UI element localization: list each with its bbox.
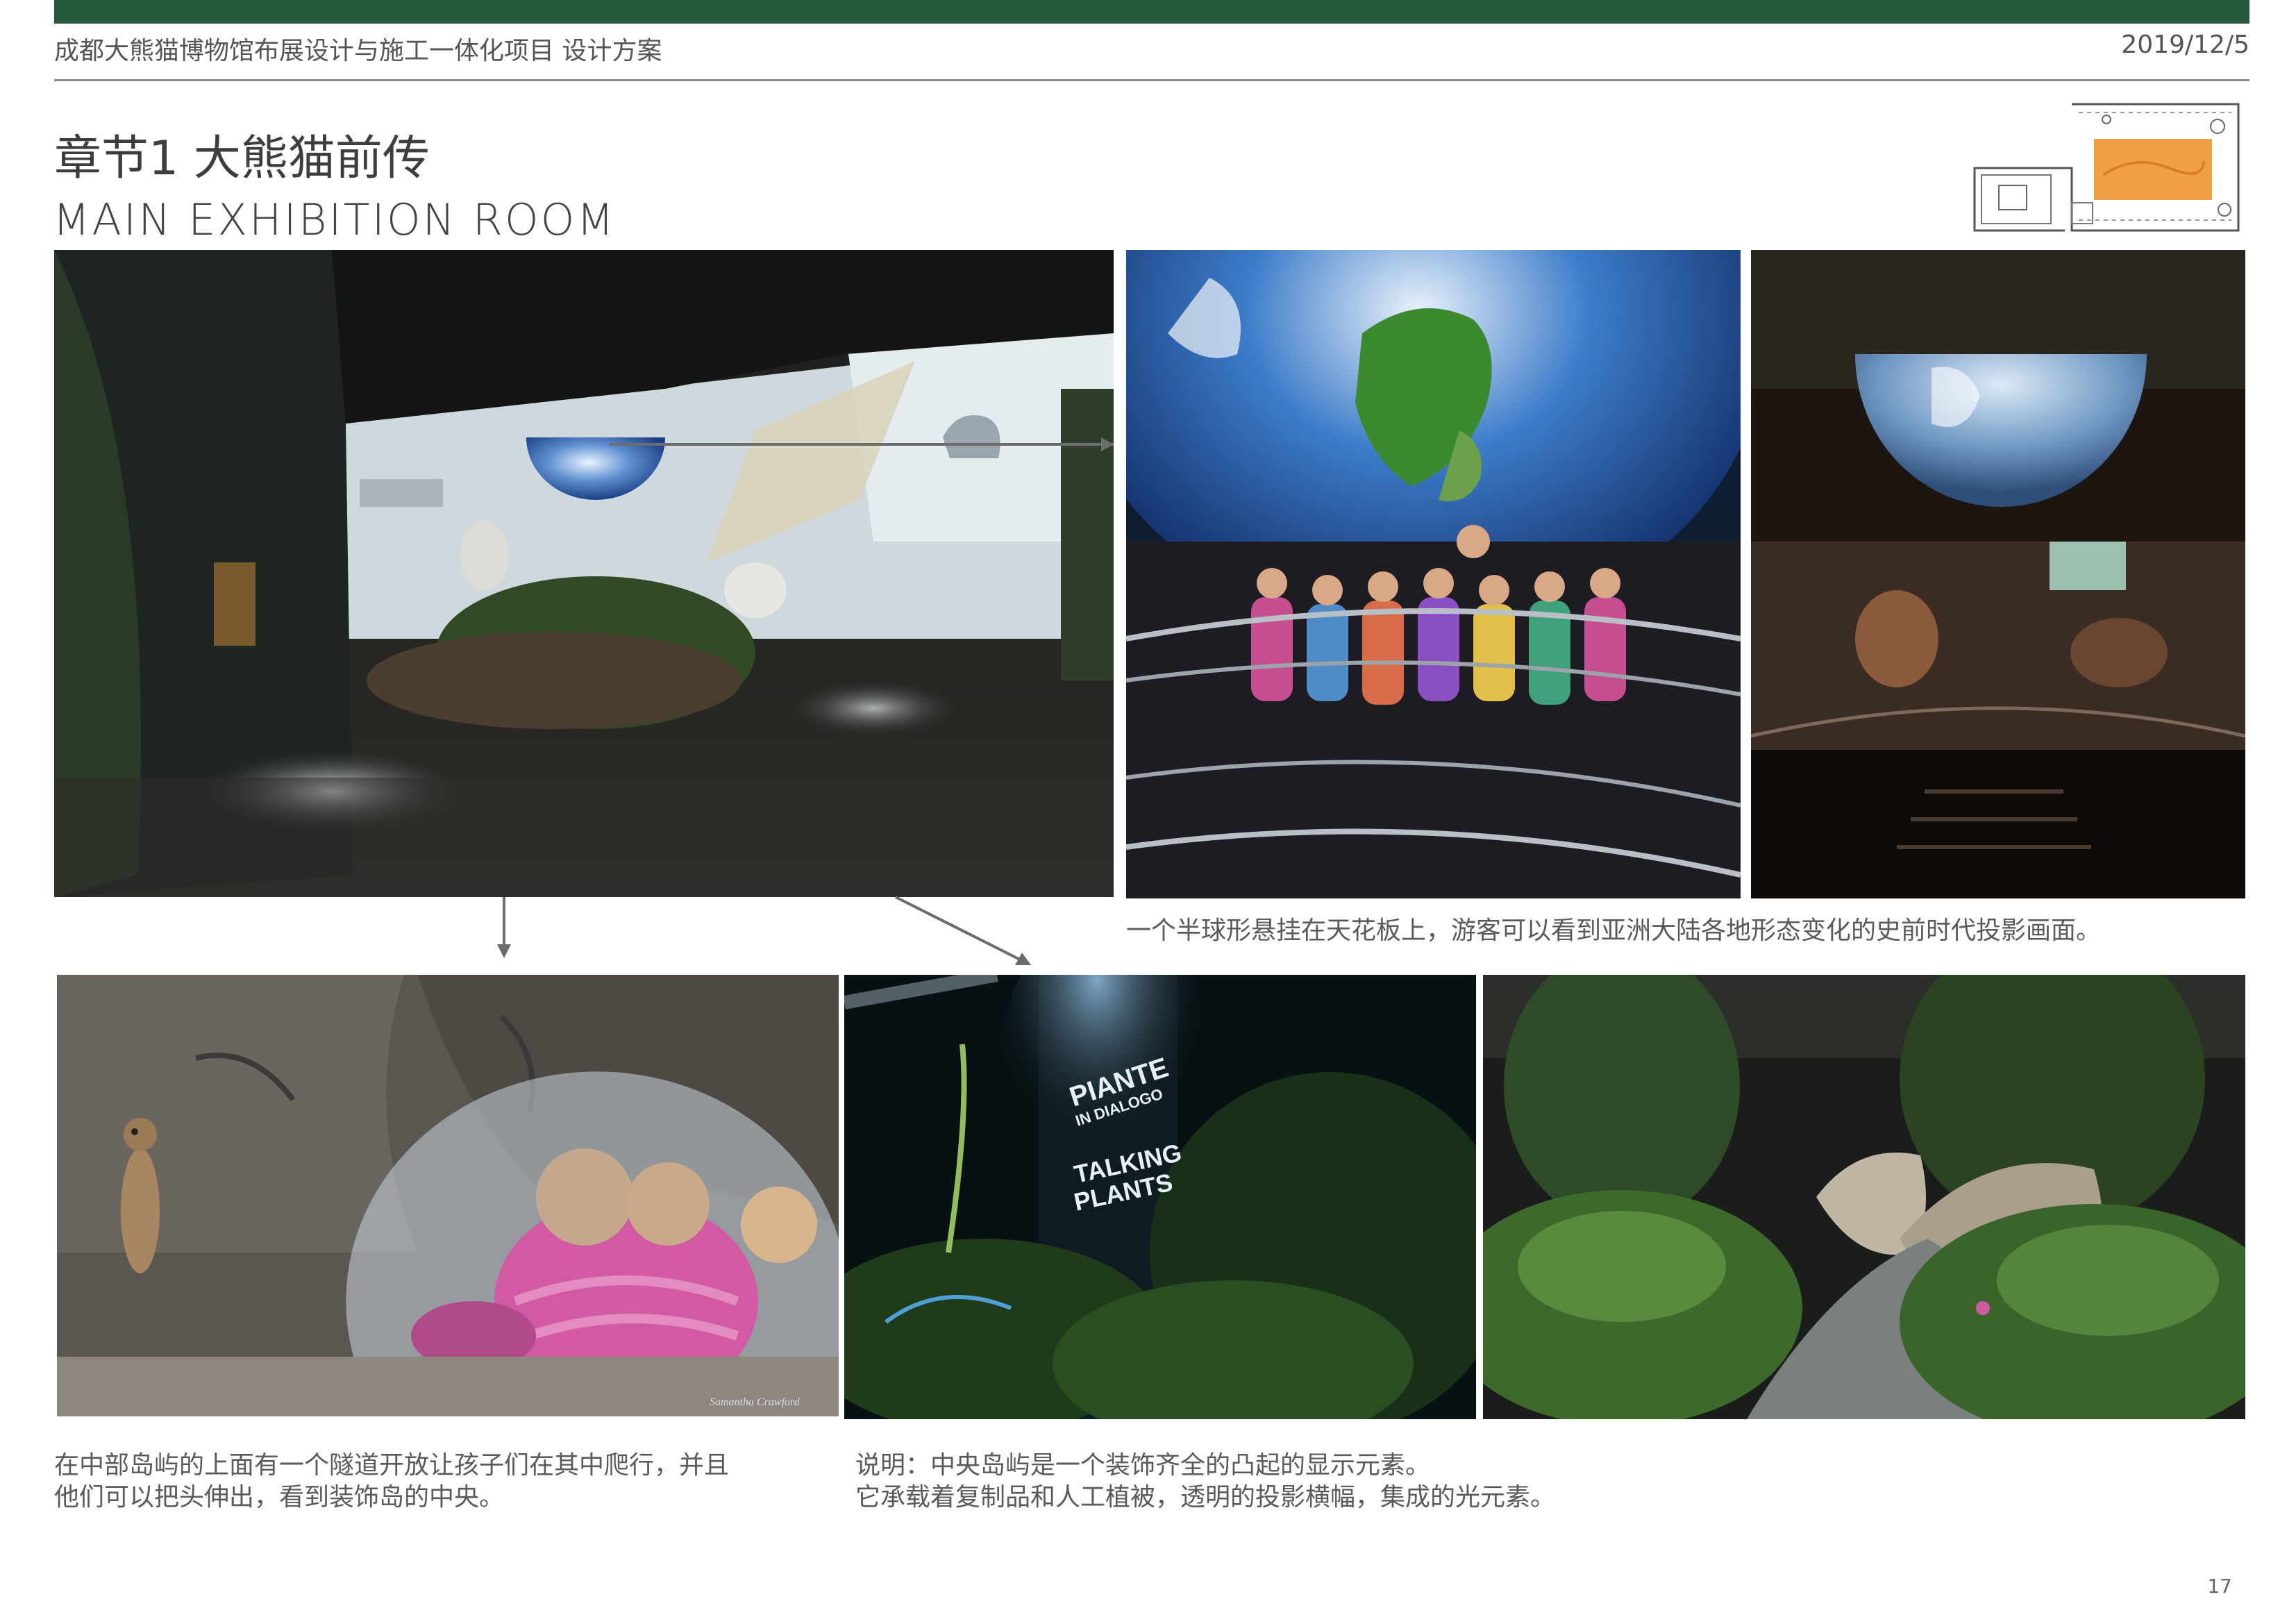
top-accent-bar bbox=[54, 0, 2249, 24]
floor-plan-thumbnail bbox=[1968, 99, 2244, 237]
tunnel-dome-photo: Samantha Crawford bbox=[57, 975, 839, 1416]
island-caption-line1: 说明：中央岛屿是一个装饰齐全的凸起的显示元素。 bbox=[855, 1451, 1431, 1480]
talking-plants-photo: PIANTE IN DIALOGO TALKING PLANTS bbox=[844, 975, 1476, 1419]
island-caption-line2: 它承载着复制品和人工植被，透明的投影横幅，集成的光元素。 bbox=[855, 1483, 1556, 1512]
page-number: 17 bbox=[2207, 1575, 2232, 1598]
tunnel-caption-line1: 在中部岛屿的上面有一个隧道开放让孩子们在其中爬行，并且 bbox=[54, 1451, 730, 1480]
project-title: 成都大熊猫博物馆布展设计与施工一体化项目 设计方案 bbox=[54, 37, 662, 65]
globe-photo-children bbox=[1126, 250, 1741, 898]
tunnel-caption-line2: 他们可以把头伸出，看到装饰岛的中央。 bbox=[54, 1483, 505, 1512]
island-caption: 说明：中央岛屿是一个装饰齐全的凸起的显示元素。 它承载着复制品和人工植被，透明的… bbox=[855, 1450, 1555, 1514]
chapter-subtitle: MAIN EXHIBITION ROOM bbox=[53, 194, 616, 245]
main-exhibition-rendering bbox=[54, 250, 1114, 897]
header-divider bbox=[54, 79, 2249, 81]
hanging-hemisphere-photo bbox=[1751, 250, 2245, 898]
globe-caption: 一个半球形悬挂在天花板上，游客可以看到亚洲大陆各地形态变化的史前时代投影画面。 bbox=[1126, 916, 2102, 945]
photo-watermark: Samantha Crawford bbox=[710, 1396, 801, 1408]
chapter-title: 章节1 大熊猫前传 bbox=[54, 131, 430, 186]
document-date: 2019/12/5 bbox=[2121, 31, 2249, 59]
tunnel-caption: 在中部岛屿的上面有一个隧道开放让孩子们在其中爬行，并且 他们可以把头伸出，看到装… bbox=[54, 1450, 729, 1514]
garden-island-photo bbox=[1483, 975, 2245, 1419]
